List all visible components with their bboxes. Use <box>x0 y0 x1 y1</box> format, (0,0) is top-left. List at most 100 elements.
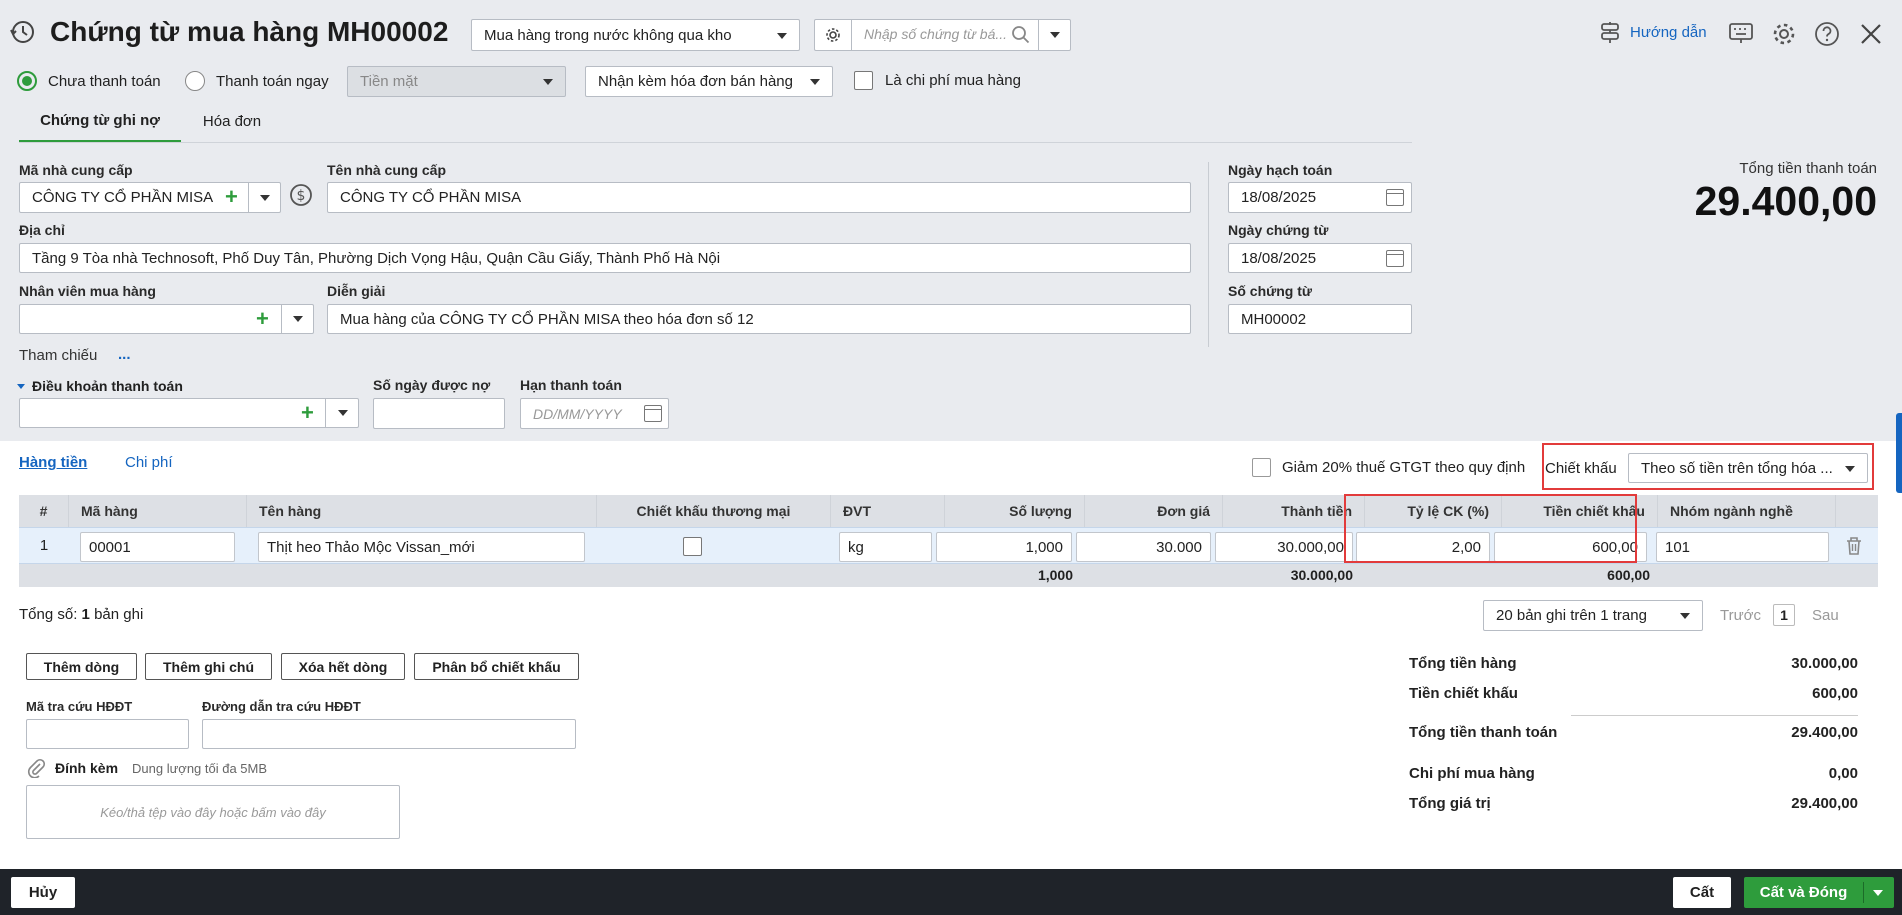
vat-reduce-checkbox[interactable]: Giảm 20% thuế GTGT theo quy định <box>1252 458 1525 477</box>
cancel-button[interactable]: Hủy <box>11 877 75 908</box>
posting-date-field[interactable]: 18/08/2025 <box>1228 182 1412 213</box>
einvoice-code-field[interactable] <box>26 719 189 749</box>
chevron-down-icon[interactable] <box>1873 889 1883 896</box>
reference-more-link[interactable]: ... <box>118 346 131 363</box>
unit-input[interactable]: kg <box>839 532 932 562</box>
price-input[interactable]: 30.000 <box>1076 532 1211 562</box>
expense-checkbox[interactable]: Là chi phí mua hàng <box>854 71 1021 90</box>
trade-discount-checkbox[interactable] <box>683 537 702 556</box>
side-panel-handle[interactable] <box>1896 413 1902 493</box>
discount-label: Chiết khấu <box>1545 460 1617 477</box>
supplier-code-field[interactable]: CÔNG TY CỔ PHẦN MISA + <box>19 182 281 213</box>
radio-unpaid-label: Chưa thanh toán <box>48 72 161 90</box>
item-code-input[interactable]: 00001 <box>80 532 235 562</box>
chevron-down-icon <box>777 33 787 39</box>
voucher-search-box[interactable]: Nhập số chứng từ bá... <box>814 19 1071 51</box>
page-title: Chứng từ mua hàng MH00002 <box>50 16 449 47</box>
table-row[interactable]: 1 00001 Thịt heo Thảo Mộc Vissan_mới kg … <box>19 527 1878 564</box>
item-name-input[interactable]: Thịt heo Thảo Mộc Vissan_mới <box>258 532 585 562</box>
calendar-icon[interactable] <box>644 405 662 422</box>
employee-field[interactable]: + <box>19 304 314 334</box>
next-page[interactable]: Sau <box>1812 607 1839 624</box>
radio-pay-now[interactable]: Thanh toán ngay <box>185 71 329 91</box>
total-payment-value: 29.400,00 <box>1694 178 1877 224</box>
due-date-field[interactable]: DD/MM/YYYY <box>520 398 669 429</box>
search-icon[interactable] <box>1011 25 1031 49</box>
checkbox-icon <box>1252 458 1271 477</box>
tab-goods[interactable]: Hàng tiền <box>19 454 87 471</box>
currency-icon[interactable]: $ <box>289 183 313 211</box>
history-icon[interactable] <box>8 18 36 46</box>
supplier-name-label: Tên nhà cung cấp <box>327 162 447 178</box>
invoice-option-select[interactable]: Nhận kèm hóa đơn bán hàng <box>585 66 833 97</box>
address-field[interactable]: Tầng 9 Tòa nhà Technosoft, Phố Duy Tân, … <box>19 243 1191 273</box>
summary-divider <box>1571 715 1858 716</box>
page-size-select[interactable]: 20 bản ghi trên 1 trang <box>1483 600 1703 631</box>
chevron-down-icon <box>1680 613 1690 619</box>
qty-input[interactable]: 1,000 <box>936 532 1072 562</box>
tab-invoice[interactable]: Hóa đơn <box>181 100 283 143</box>
paperclip-icon <box>28 758 46 778</box>
search-input[interactable]: Nhập số chứng từ bá... <box>864 26 1007 42</box>
svg-text:$: $ <box>297 188 306 204</box>
trash-icon[interactable] <box>1845 536 1863 560</box>
clear-rows-button[interactable]: Xóa hết dòng <box>281 653 405 680</box>
chevron-down-icon <box>810 79 820 85</box>
calendar-icon[interactable] <box>1386 250 1404 267</box>
add-icon[interactable]: + <box>256 308 269 330</box>
add-icon[interactable]: + <box>301 402 314 424</box>
pay-method-value: Tiền mặt <box>360 73 418 90</box>
question-icon[interactable] <box>1814 21 1840 51</box>
supplier-name-field[interactable]: CÔNG TY CỔ PHẦN MISA <box>327 182 1191 213</box>
payment-terms-toggle[interactable]: Điều khoản thanh toán <box>17 378 183 394</box>
gear-icon[interactable] <box>815 20 852 50</box>
payment-terms-field[interactable]: + <box>19 398 359 428</box>
voucher-type-select[interactable]: Mua hàng trong nước không qua kho <box>471 19 800 51</box>
radio-empty-icon <box>185 71 205 91</box>
help-link[interactable]: Hướng dẫn <box>1598 20 1707 44</box>
calendar-icon[interactable] <box>1386 189 1404 206</box>
chevron-down-icon <box>1845 466 1855 472</box>
credit-days-field[interactable] <box>373 398 505 429</box>
close-icon[interactable] <box>1860 23 1882 49</box>
col-price: Đơn giá <box>1085 495 1223 527</box>
col-ck-rate: Tỷ lệ CK (%) <box>1365 495 1502 527</box>
chevron-down-icon[interactable] <box>338 410 348 416</box>
description-value: Mua hàng của CÔNG TY CỔ PHẦN MISA theo h… <box>340 310 754 328</box>
supplier-code-value: CÔNG TY CỔ PHẦN MISA <box>32 189 214 206</box>
chevron-down-icon[interactable] <box>293 316 303 322</box>
add-note-button[interactable]: Thêm ghi chú <box>145 653 272 680</box>
tab-debit-voucher[interactable]: Chứng từ ghi nợ <box>19 100 181 143</box>
summary-purchase-cost-value: 0,00 <box>1828 765 1858 782</box>
radio-unpaid[interactable]: Chưa thanh toán <box>17 71 161 91</box>
discount-select[interactable]: Theo số tiền trên tổng hóa ... <box>1628 453 1868 483</box>
save-close-label: Cất và Đóng <box>1759 884 1848 901</box>
ck-rate-input[interactable]: 2,00 <box>1356 532 1490 562</box>
supplier-code-label: Mã nhà cung cấp <box>19 162 133 178</box>
checkbox-icon <box>854 71 873 90</box>
description-field[interactable]: Mua hàng của CÔNG TY CỔ PHẦN MISA theo h… <box>327 304 1191 334</box>
discount-value: Theo số tiền trên tổng hóa ... <box>1641 459 1833 477</box>
voucher-no-label: Số chứng từ <box>1228 283 1313 299</box>
industry-group-input[interactable]: 101 <box>1656 532 1829 562</box>
search-dropdown[interactable] <box>1038 20 1070 50</box>
amount-input[interactable]: 30.000,00 <box>1215 532 1353 562</box>
add-row-button[interactable]: Thêm dòng <box>26 653 137 680</box>
save-button[interactable]: Cất <box>1673 877 1731 908</box>
chevron-down-icon[interactable] <box>260 195 270 201</box>
prev-page[interactable]: Trước <box>1720 607 1761 624</box>
summary-payment-total-label: Tổng tiền thanh toán <box>1409 724 1558 741</box>
page-number[interactable]: 1 <box>1773 604 1795 626</box>
tab-expenses[interactable]: Chi phí <box>125 454 173 471</box>
add-icon[interactable]: + <box>225 186 238 208</box>
keyboard-icon[interactable] <box>1728 22 1754 48</box>
voucher-no-field[interactable]: MH00002 <box>1228 304 1412 334</box>
settings-icon[interactable] <box>1771 21 1797 51</box>
einvoice-url-field[interactable] <box>202 719 576 749</box>
ck-amount-input[interactable]: 600,00 <box>1494 532 1647 562</box>
voucher-date-field[interactable]: 18/08/2025 <box>1228 243 1412 273</box>
save-close-button[interactable]: Cất và Đóng <box>1744 877 1894 908</box>
allocate-discount-button[interactable]: Phân bổ chiết khấu <box>414 653 579 680</box>
caret-down-icon <box>17 383 25 389</box>
attach-dropzone[interactable]: Kéo/thả tệp vào đây hoặc bấm vào đây <box>26 785 400 839</box>
